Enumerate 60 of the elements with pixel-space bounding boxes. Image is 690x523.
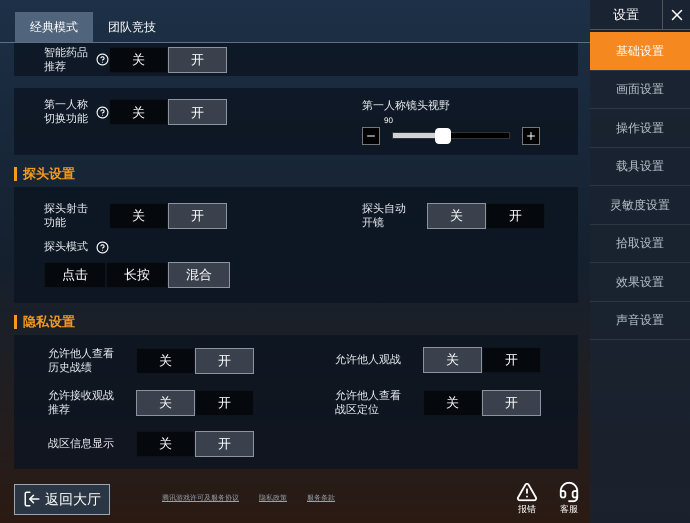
heading-marker bbox=[14, 315, 17, 329]
plus-button[interactable] bbox=[522, 126, 540, 145]
setting-label: 探头射击功能 bbox=[44, 202, 89, 230]
option-button[interactable]: 开 bbox=[482, 347, 541, 373]
help-icon[interactable] bbox=[96, 53, 109, 66]
option-button[interactable]: 开 bbox=[195, 431, 254, 457]
mode-tab[interactable]: 团队竞技 bbox=[93, 12, 171, 42]
heading-marker bbox=[14, 167, 17, 181]
slider-thumb[interactable] bbox=[434, 128, 451, 144]
help-icon[interactable] bbox=[96, 240, 109, 254]
slider-label: 第一人称镜头视野 bbox=[362, 99, 451, 114]
help-icon[interactable] bbox=[96, 106, 109, 119]
sidebar-item[interactable]: 载具设置 bbox=[590, 148, 690, 186]
option-button[interactable]: 开 bbox=[168, 203, 227, 229]
sidebar-item[interactable]: 效果设置 bbox=[590, 263, 690, 302]
option-button[interactable]: 关 bbox=[109, 46, 168, 72]
option-button[interactable]: 混合 bbox=[168, 262, 230, 288]
option-button[interactable]: 关 bbox=[109, 99, 168, 126]
setting-label: 第一人称切换功能 bbox=[44, 98, 89, 126]
option-button[interactable]: 点击 bbox=[44, 262, 106, 288]
report-button[interactable]: 报错 bbox=[516, 481, 538, 517]
back-to-lobby-button[interactable]: 返回大厅 bbox=[14, 484, 110, 514]
exit-icon bbox=[23, 490, 41, 508]
sidebar-item[interactable]: 拾取设置 bbox=[590, 224, 690, 263]
sidebar-title: 设置 bbox=[612, 6, 640, 24]
headset-icon bbox=[558, 481, 580, 504]
option-button[interactable]: 开 bbox=[195, 390, 254, 416]
option-button[interactable]: 关 bbox=[136, 348, 195, 374]
setting-label: 探头自动开镜 bbox=[362, 202, 407, 230]
option-button[interactable]: 开 bbox=[168, 99, 227, 126]
setting-label: 允许他人查看历史战绩 bbox=[48, 347, 115, 375]
setting-label: 战区信息显示 bbox=[48, 437, 115, 451]
section-heading: 探头设置 bbox=[23, 165, 75, 184]
option-button[interactable]: 开 bbox=[168, 46, 227, 72]
option-button[interactable]: 关 bbox=[423, 390, 482, 416]
mode-tab[interactable]: 经典模式 bbox=[15, 12, 93, 42]
sidebar-item[interactable]: 声音设置 bbox=[590, 302, 690, 340]
warning-icon bbox=[516, 481, 538, 504]
option-button[interactable]: 关 bbox=[136, 431, 195, 457]
setting-label: 允许他人观战 bbox=[335, 353, 402, 367]
setting-label: 允许接收观战推荐 bbox=[48, 389, 115, 417]
option-button[interactable]: 关 bbox=[109, 203, 168, 229]
sidebar-item[interactable]: 画面设置 bbox=[590, 70, 690, 109]
setting-label: 探头模式 bbox=[44, 240, 89, 254]
service-button[interactable]: 客服 bbox=[558, 481, 580, 517]
option-button[interactable]: 开 bbox=[486, 203, 545, 229]
minus-button[interactable] bbox=[362, 126, 380, 145]
option-button[interactable]: 长按 bbox=[106, 262, 168, 288]
section-heading: 隐私设置 bbox=[23, 313, 75, 332]
option-button[interactable]: 开 bbox=[482, 390, 541, 416]
option-button[interactable]: 关 bbox=[423, 347, 482, 373]
option-button[interactable]: 关 bbox=[427, 203, 486, 229]
slider-value: 90 bbox=[384, 114, 394, 127]
option-button[interactable]: 关 bbox=[136, 390, 195, 416]
setting-label: 智能药品推荐 bbox=[44, 46, 89, 74]
setting-label: 允许他人查看战区定位 bbox=[335, 389, 402, 417]
sidebar-item[interactable]: 操作设置 bbox=[590, 109, 690, 148]
sidebar-item[interactable]: 灵敏度设置 bbox=[590, 186, 690, 224]
plus-icon bbox=[525, 130, 537, 142]
option-button[interactable]: 开 bbox=[195, 348, 254, 374]
